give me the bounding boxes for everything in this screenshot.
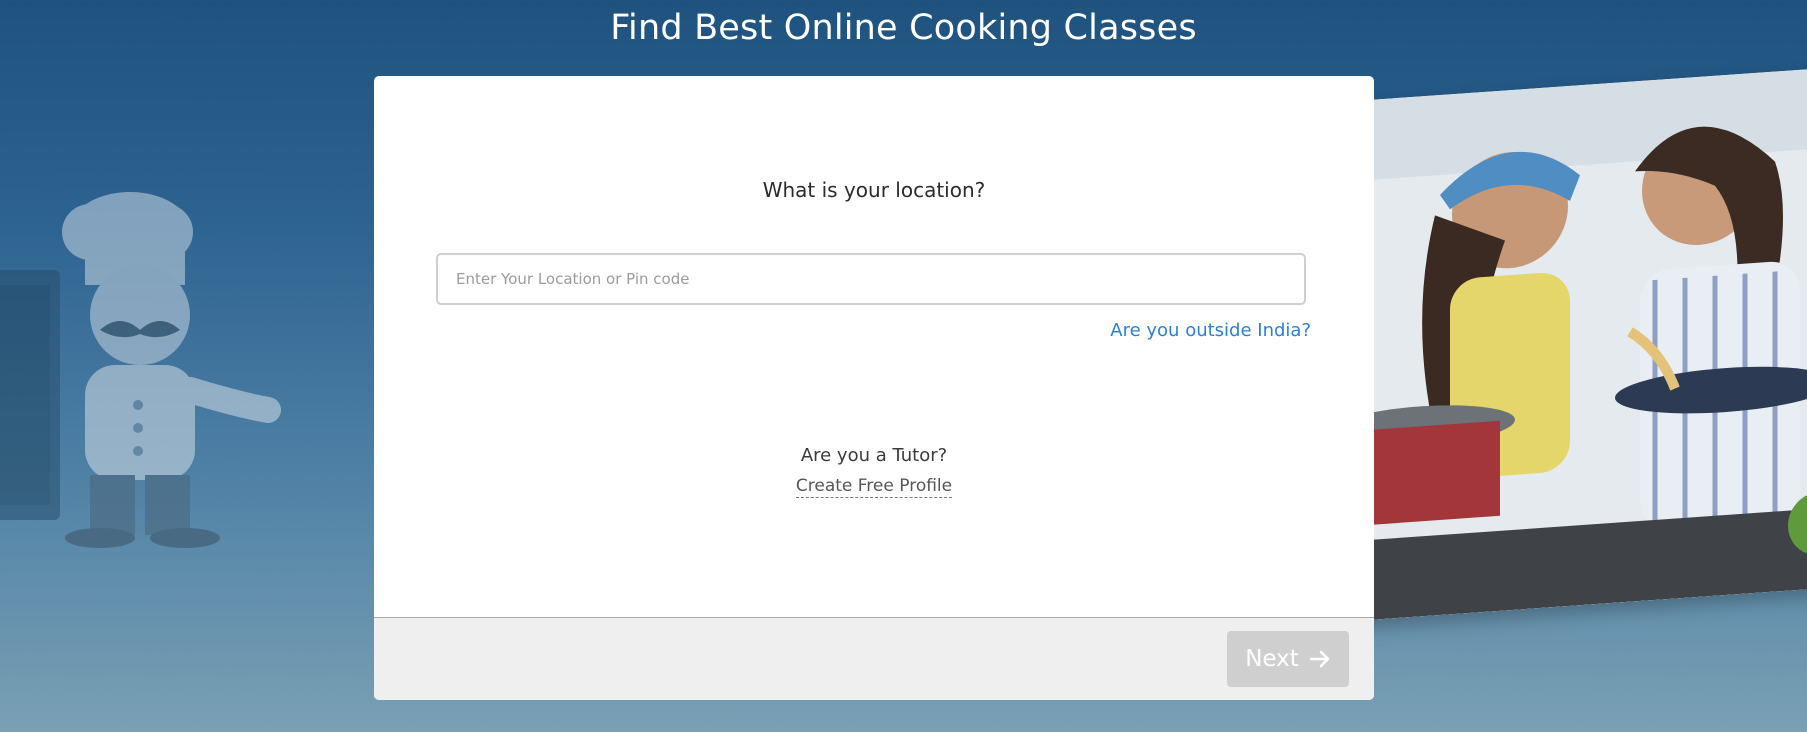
tutor-question: Are you a Tutor? [800,445,948,466]
location-card: What is your location? Are you outside I… [374,76,1374,700]
tutor-link-wrapper: Create Free Profile [374,476,1374,498]
chef-illustration [0,190,300,560]
location-question: What is your location? [762,178,986,202]
arrow-right-icon [1309,648,1331,670]
outside-india-link[interactable]: Are you outside India? [1110,320,1311,341]
next-button-label: Next [1245,646,1299,672]
next-button[interactable]: Next [1227,631,1349,687]
cooking-photo [1340,65,1807,622]
page-title: Find Best Online Cooking Classes [610,8,1197,48]
create-free-profile-link[interactable]: Create Free Profile [795,476,953,498]
card-footer: Next [374,617,1374,700]
location-input[interactable] [436,253,1306,305]
